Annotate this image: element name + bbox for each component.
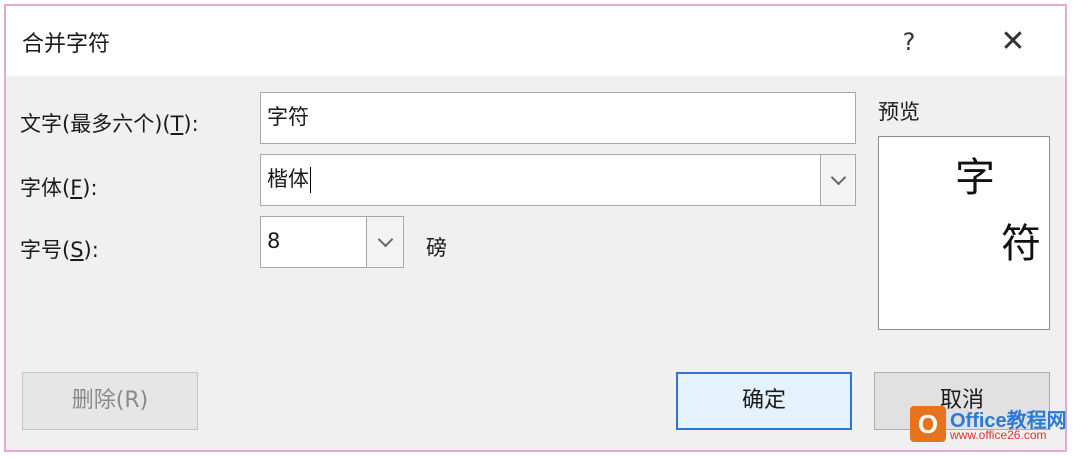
text-cursor <box>310 167 311 193</box>
ok-button[interactable]: 确定 <box>676 372 852 430</box>
text-label: 文字(最多六个)(T): <box>20 112 199 136</box>
watermark-url: www.office26.com <box>950 428 1047 442</box>
office-logo-icon: O <box>910 406 946 442</box>
size-unit: 磅 <box>426 236 447 260</box>
title-bar: 合并字符 ? ✕ <box>6 6 1065 76</box>
font-dropdown-button[interactable] <box>820 155 855 205</box>
preview-box: 字 符 <box>878 136 1050 330</box>
chevron-down-icon <box>830 169 846 185</box>
text-input[interactable]: 字符 <box>260 92 856 144</box>
preview-char-2: 符 <box>1001 221 1041 267</box>
dialog-title: 合并字符 <box>22 32 111 57</box>
size-combobox[interactable]: 8 <box>260 216 404 268</box>
font-combobox[interactable]: 楷体 <box>260 154 856 206</box>
chevron-down-icon <box>377 231 393 247</box>
preview-char-1: 字 <box>955 155 995 201</box>
watermark: O Office教程网 www.office26.com <box>906 400 1067 450</box>
font-label: 字体(F): <box>20 176 98 200</box>
close-button[interactable]: ✕ <box>988 20 1038 64</box>
delete-button[interactable]: 删除(R) <box>22 372 198 430</box>
preview-label: 预览 <box>878 100 920 124</box>
merge-characters-dialog: 合并字符 ? ✕ 文字(最多六个)(T): 字符 字体(F): 楷体 字号(S)… <box>4 4 1067 452</box>
help-button[interactable]: ? <box>884 20 934 64</box>
size-label: 字号(S): <box>20 238 99 262</box>
size-dropdown-button[interactable] <box>366 217 403 267</box>
